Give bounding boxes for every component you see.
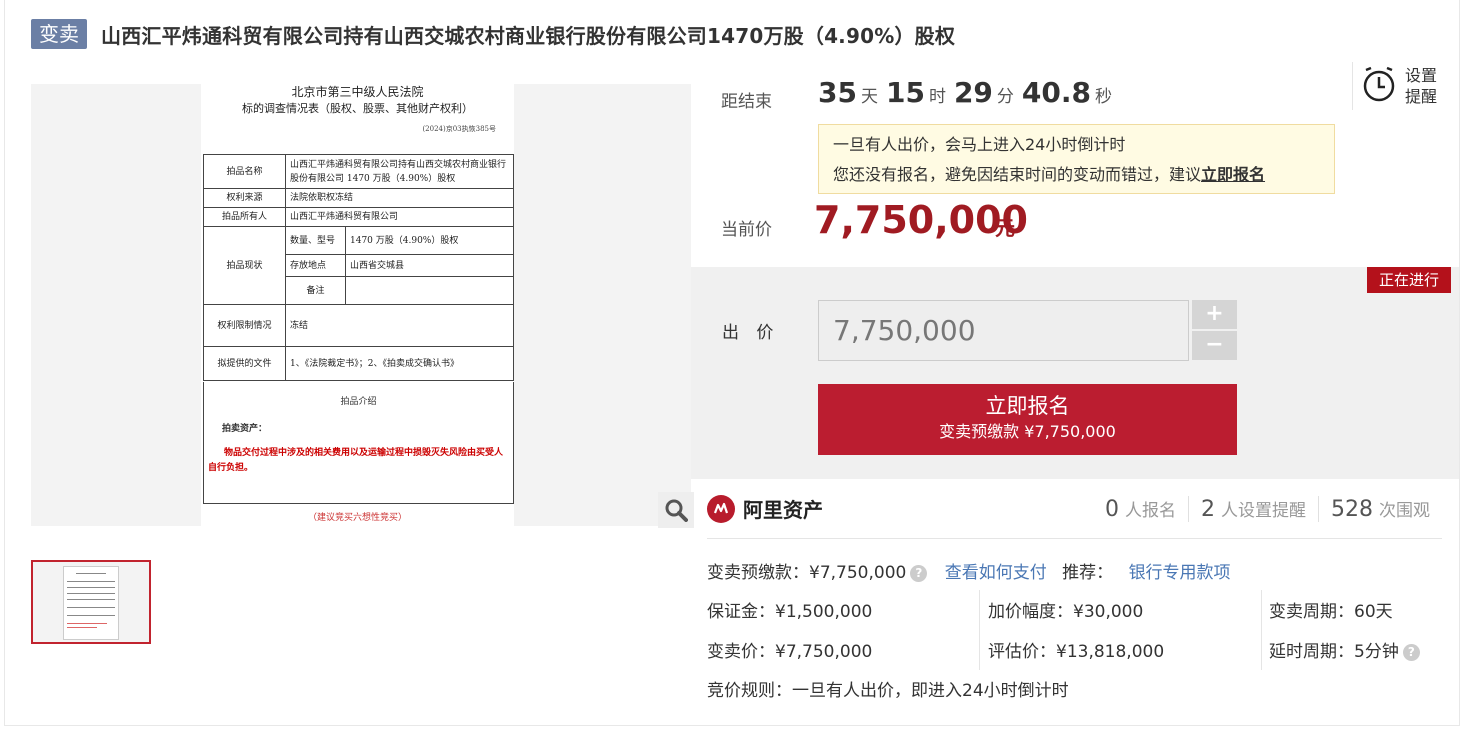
bank-account-link[interactable]: 银行专用款项 bbox=[1129, 563, 1231, 583]
countdown-seconds: 40.8 bbox=[1021, 76, 1091, 109]
doc-cell-sublabel: 存放地点 bbox=[285, 254, 346, 277]
stats-bar: 0 人报名 2 人设置提醒 528 次围观 bbox=[1093, 496, 1442, 522]
image-thumbnail[interactable] bbox=[31, 560, 151, 644]
apply-button-label: 立即报名 bbox=[985, 394, 1070, 418]
current-price-unit: 元 bbox=[995, 216, 1015, 240]
countdown-seconds-unit: 秒 bbox=[1095, 87, 1112, 107]
doc-intro-sub: 拍卖资产： bbox=[222, 424, 268, 434]
bid-label: 出 价 bbox=[722, 323, 780, 343]
stat-number: 0 bbox=[1105, 497, 1119, 522]
countdown-days-unit: 天 bbox=[860, 87, 878, 107]
sale-price-info: 变卖价：¥7,750,000 bbox=[707, 642, 873, 662]
stat-number: 528 bbox=[1331, 497, 1373, 522]
column-divider bbox=[1261, 590, 1262, 670]
doc-cell-label: 拍品所有人 bbox=[203, 207, 286, 227]
doc-cell-value: 山西汇平炜通科贸有限公司持有山西交城农村商业银行股份有限公司 1470 万股（4… bbox=[285, 154, 514, 189]
countdown-label: 距结束 bbox=[721, 92, 772, 112]
deposit-text: 变卖预缴款：¥7,750,000 bbox=[707, 563, 907, 583]
decrease-bid-button[interactable]: − bbox=[1192, 331, 1237, 360]
apply-now-link[interactable]: 立即报名 bbox=[1201, 165, 1265, 184]
sale-type-badge: 变卖 bbox=[31, 19, 87, 49]
doc-cell-value bbox=[345, 276, 514, 305]
set-reminder-button[interactable]: 设置提醒 bbox=[1352, 62, 1452, 110]
doc-cell-label: 权利来源 bbox=[203, 188, 286, 208]
status-badge: 正在进行 bbox=[1367, 267, 1451, 293]
doc-cell-label: 权利限制情况 bbox=[203, 304, 286, 347]
margin-info: 保证金：¥1,500,000 bbox=[707, 602, 873, 622]
doc-cell-label: 拟提供的文件 bbox=[203, 346, 286, 381]
doc-cell-sublabel: 数量、型号 bbox=[285, 226, 346, 255]
doc-subtitle: 标的调查情况表（股权、股票、其他财产权利） bbox=[242, 102, 473, 115]
delay-row: 延时周期：5分钟? bbox=[1269, 637, 1420, 662]
thumbnail-document bbox=[63, 566, 119, 640]
doc-cell-label: 拍品现状 bbox=[203, 226, 286, 305]
section-divider bbox=[707, 538, 1442, 539]
bid-amount-input[interactable]: 7,750,000 bbox=[818, 300, 1189, 361]
auction-page: 变卖 山西汇平炜通科贸有限公司持有山西交城农村商业银行股份有限公司1470万股（… bbox=[0, 0, 1462, 730]
doc-cell-label: 拍品名称 bbox=[203, 154, 286, 189]
notice-box: 一旦有人出价，会马上进入24小时倒计时 您还没有报名，避免因结束时间的变动而错过… bbox=[818, 124, 1335, 194]
doc-intro: 拍品介绍 拍卖资产： 物品交付过程中涉及的相关费用以及运输过程中损毁灭失风险由买… bbox=[203, 382, 514, 504]
apply-now-button[interactable]: 立即报名 变卖预缴款 ¥7,750,000 bbox=[818, 384, 1237, 455]
notice-line-2-text: 您还没有报名，避免因结束时间的变动而错过，建议 bbox=[833, 165, 1202, 184]
doc-cell-value: 冻结 bbox=[285, 304, 514, 347]
stat-views: 528 次围观 bbox=[1318, 496, 1442, 522]
current-price-label: 当前价 bbox=[721, 220, 772, 240]
stat-registrations: 0 人报名 bbox=[1093, 496, 1188, 522]
document-image: 北京市第三中级人民法院 标的调查情况表（股权、股票、其他财产权利） (2024)… bbox=[201, 84, 514, 526]
doc-case-no: (2024)京03执恢385号 bbox=[422, 125, 496, 133]
doc-cell-value: 山西汇平炜通科贸有限公司 bbox=[285, 207, 514, 227]
stat-label: 人报名 bbox=[1125, 501, 1176, 521]
bid-rule-info: 竞价规则：一旦有人出价，即进入24小时倒计时 bbox=[707, 681, 1069, 701]
stat-reminders: 2 人设置提醒 bbox=[1188, 496, 1318, 522]
delay-info: 延时周期：5分钟 bbox=[1269, 642, 1399, 662]
deposit-row: 变卖预缴款：¥7,750,000? 查看如何支付 推荐： 银行专用款项 bbox=[707, 558, 1231, 583]
zoom-icon[interactable] bbox=[658, 492, 694, 528]
doc-cell-value: 1470 万股（4.90%）股权 bbox=[345, 226, 514, 255]
column-divider bbox=[979, 590, 980, 670]
countdown-timer: 35 天 15 时 29 分 40.8 秒 bbox=[818, 76, 1120, 109]
main-image[interactable]: 北京市第三中级人民法院 标的调查情况表（股权、股票、其他财产权利） (2024)… bbox=[31, 84, 691, 526]
how-to-pay-link[interactable]: 查看如何支付 bbox=[945, 563, 1047, 583]
doc-table: 拍品名称 山西汇平炜通科贸有限公司持有山西交城农村商业银行股份有限公司 1470… bbox=[203, 154, 514, 381]
countdown-minutes-unit: 分 bbox=[996, 87, 1014, 107]
help-icon[interactable]: ? bbox=[910, 564, 928, 582]
apply-button-deposit: 变卖预缴款 ¥7,750,000 bbox=[939, 422, 1116, 441]
doc-cell-value: 1、《法院裁定书》；2、《拍卖成交确认书》 bbox=[285, 346, 514, 381]
doc-cell-value: 法院依职权冻结 bbox=[285, 188, 514, 208]
increment-info: 加价幅度：¥30,000 bbox=[988, 602, 1144, 622]
doc-court: 北京市第三中级人民法院 bbox=[291, 85, 424, 99]
countdown-minutes: 29 bbox=[953, 76, 993, 109]
help-icon[interactable]: ? bbox=[1402, 643, 1420, 661]
countdown-days: 35 bbox=[818, 76, 857, 109]
notice-line-1: 一旦有人出价，会马上进入24小时倒计时 bbox=[833, 135, 1126, 154]
countdown-hours: 15 bbox=[885, 76, 925, 109]
title-row: 变卖 山西汇平炜通科贸有限公司持有山西交城农村商业银行股份有限公司1470万股（… bbox=[31, 16, 955, 52]
page-title: 山西汇平炜通科贸有限公司持有山西交城农村商业银行股份有限公司1470万股（4.9… bbox=[101, 23, 956, 48]
stat-number: 2 bbox=[1201, 497, 1215, 522]
countdown-hours-unit: 时 bbox=[928, 87, 946, 107]
brand-logo: 阿里资产 bbox=[707, 494, 823, 523]
appraisal-info: 评估价：¥13,818,000 bbox=[988, 642, 1165, 662]
doc-intro-title: 拍品介绍 bbox=[340, 397, 377, 407]
doc-footer: （建议竞买六想性竞买） bbox=[307, 513, 407, 523]
stat-label: 次围观 bbox=[1379, 501, 1430, 521]
period-info: 变卖周期：60天 bbox=[1269, 602, 1393, 622]
recommend-label: 推荐： bbox=[1062, 563, 1114, 583]
doc-cell-sublabel: 备注 bbox=[285, 276, 346, 305]
set-reminder-label: 设置提醒 bbox=[1405, 66, 1438, 106]
ali-assets-logo-icon bbox=[707, 494, 735, 523]
stat-label: 人设置提醒 bbox=[1221, 501, 1306, 521]
alarm-clock-icon bbox=[1361, 65, 1397, 107]
increase-bid-button[interactable]: + bbox=[1192, 300, 1237, 329]
doc-intro-warning: 物品交付过程中涉及的相关费用以及运输过程中损毁灭失风险由买受人自行负担。 bbox=[208, 448, 504, 473]
doc-cell-value: 山西省交城县 bbox=[345, 254, 514, 277]
notice-line-2: 您还没有报名，避免因结束时间的变动而错过，建议立即报名 bbox=[833, 160, 1320, 190]
brand-name: 阿里资产 bbox=[743, 498, 823, 522]
